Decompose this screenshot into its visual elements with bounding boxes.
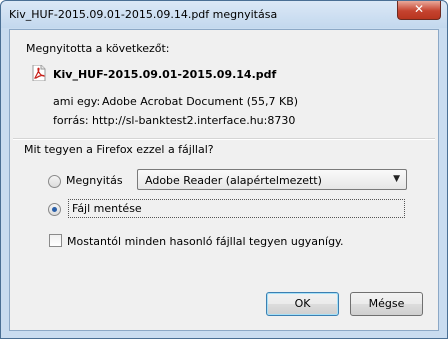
open-with-label[interactable]: Megnyitás (66, 174, 123, 187)
cancel-button[interactable]: Mégse (350, 292, 423, 316)
source-value: http://sl-banktest2.interface.hu:8730 (92, 114, 296, 127)
window-title: Kiv_HUF-2015.09.01-2015.09.14.pdf megnyi… (9, 8, 278, 21)
open-with-radio[interactable] (48, 175, 61, 188)
close-button[interactable]: ✕ (397, 1, 441, 20)
type-value: Adobe Acrobat Document (55,7 KB) (102, 95, 299, 108)
type-label: ami egy: (53, 95, 101, 108)
pdf-file-icon (32, 65, 46, 81)
action-question: Mit tegyen a Firefox ezzel a fájllal? (24, 143, 214, 156)
save-file-radio[interactable] (48, 203, 61, 216)
separator (13, 138, 435, 140)
title-bar[interactable]: Kiv_HUF-2015.09.01-2015.09.14.pdf megnyi… (1, 1, 447, 28)
remember-label[interactable]: Mostantól minden hasonló fájllal tegyen … (67, 235, 344, 248)
dialog-window: Kiv_HUF-2015.09.01-2015.09.14.pdf megnyi… (0, 0, 448, 339)
save-file-label[interactable]: Fájl mentése (72, 202, 142, 215)
chevron-down-icon: ▼ (393, 174, 400, 184)
application-select-value: Adobe Reader (alapértelmezett) (145, 174, 322, 187)
file-name: Kiv_HUF-2015.09.01-2015.09.14.pdf (53, 68, 277, 81)
remember-checkbox[interactable] (49, 234, 62, 247)
source-label: forrás: (53, 114, 89, 127)
ok-button[interactable]: OK (266, 292, 339, 316)
application-select[interactable]: Adobe Reader (alapértelmezett) ▼ (137, 169, 407, 190)
intro-text: Megnyitotta a következőt: (26, 42, 170, 55)
dialog-content: Megnyitotta a következőt: Kiv_HUF-2015.0… (9, 29, 439, 331)
